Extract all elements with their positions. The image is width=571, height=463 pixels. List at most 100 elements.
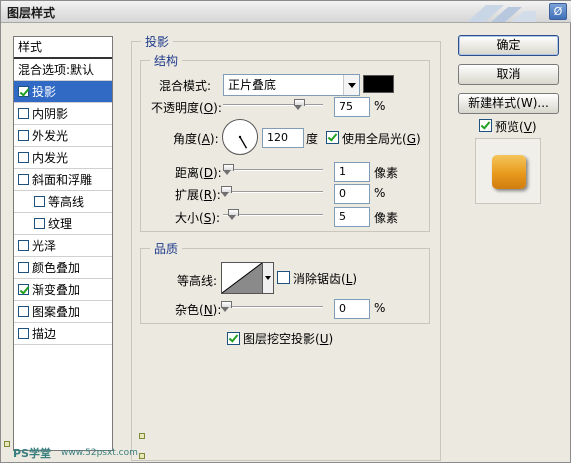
- style-checkbox[interactable]: [18, 328, 29, 339]
- angle-unit: 度: [306, 132, 319, 146]
- style-list-item-label: 光泽: [32, 239, 57, 253]
- close-button[interactable]: Ø: [549, 3, 567, 20]
- knockout-checkbox[interactable]: [227, 332, 240, 345]
- antialias-checkbox[interactable]: [277, 271, 290, 284]
- antialias-label: 消除锯齿(L): [293, 272, 358, 286]
- style-list-item-label: 纹理: [48, 217, 73, 231]
- new-style-button[interactable]: 新建样式(W)...: [458, 93, 559, 114]
- style-list-item-label: 内阴影: [32, 107, 69, 121]
- opacity-unit: %: [374, 99, 386, 113]
- blend-mode-value: 正片叠底: [228, 78, 277, 92]
- size-unit: 像素: [374, 211, 399, 225]
- style-checkbox[interactable]: [18, 130, 29, 141]
- style-checkbox[interactable]: [18, 284, 29, 295]
- style-list-item[interactable]: 斜面和浮雕: [14, 169, 112, 191]
- structure-legend: 结构: [150, 52, 183, 69]
- style-list-item[interactable]: 描边: [14, 323, 112, 345]
- style-list-item[interactable]: 光泽: [14, 235, 112, 257]
- contour-preview[interactable]: [221, 262, 263, 294]
- preview-thumbnail: [492, 155, 526, 189]
- style-list-item-label: 混合选项:默认: [18, 63, 95, 77]
- distance-input[interactable]: 1: [334, 162, 370, 182]
- spread-unit: %: [374, 186, 386, 200]
- style-list-item[interactable]: 混合选项:默认: [14, 59, 112, 81]
- style-checkbox[interactable]: [18, 262, 29, 273]
- style-checkbox[interactable]: [18, 306, 29, 317]
- opacity-label: 不透明度(O):: [151, 101, 222, 115]
- blend-mode-label: 混合模式:: [159, 79, 212, 93]
- window-title: 图层样式: [7, 6, 56, 20]
- knockout-label: 图层挖空投影(U): [243, 332, 334, 346]
- style-list-item-label: 描边: [32, 327, 57, 341]
- noise-slider-track[interactable]: [223, 306, 323, 308]
- ok-button[interactable]: 确定: [458, 35, 559, 56]
- distance-slider-thumb[interactable]: [223, 164, 234, 175]
- style-checkbox[interactable]: [34, 218, 45, 229]
- opacity-slider-track[interactable]: [223, 104, 323, 106]
- style-checkbox[interactable]: [18, 86, 29, 97]
- noise-input[interactable]: 0: [334, 299, 370, 319]
- spread-slider-thumb[interactable]: [221, 186, 232, 197]
- decorative-pattern-icon: [467, 5, 536, 22]
- cancel-button[interactable]: 取消: [458, 64, 559, 85]
- preview-label: 预览(V): [495, 120, 537, 134]
- style-list-item[interactable]: 内发光: [14, 147, 112, 169]
- blend-mode-select[interactable]: 正片叠底: [223, 74, 360, 96]
- resize-grip-icon: [4, 441, 10, 447]
- resize-grip-icon: [139, 453, 145, 459]
- spread-label: 扩展(R):: [175, 188, 221, 202]
- spread-input[interactable]: 0: [334, 184, 370, 204]
- spread-slider-track[interactable]: [223, 191, 323, 193]
- style-list-item[interactable]: 内阴影: [14, 103, 112, 125]
- shadow-color-swatch[interactable]: [363, 75, 394, 93]
- global-light-checkbox[interactable]: [326, 131, 339, 144]
- size-label: 大小(S):: [175, 211, 221, 225]
- style-list-item-label: 内发光: [32, 151, 69, 165]
- style-checkbox[interactable]: [34, 196, 45, 207]
- opacity-input[interactable]: 75: [334, 97, 370, 117]
- distance-label: 距离(D):: [175, 166, 222, 180]
- style-list-item[interactable]: 图案叠加: [14, 301, 112, 323]
- layer-style-dialog: 图层样式 Ø 样式 混合选项:默认 投影 内阴影 外发光 内发光 斜面和浮雕 等高线 纹理 光泽…: [0, 0, 571, 463]
- style-list-item-label: 图案叠加: [32, 305, 81, 319]
- opacity-slider-thumb[interactable]: [294, 99, 305, 110]
- styles-list: 样式 混合选项:默认 投影 内阴影 外发光 内发光 斜面和浮雕 等高线 纹理 光泽 颜色叠加 渐变叠…: [13, 36, 113, 451]
- quality-legend: 品质: [150, 240, 183, 257]
- preview-checkbox[interactable]: [479, 119, 492, 132]
- style-list-item[interactable]: 颜色叠加: [14, 257, 112, 279]
- global-light-label: 使用全局光(G): [342, 132, 421, 146]
- angle-label: 角度(A):: [173, 132, 219, 146]
- style-list-item-label: 颜色叠加: [32, 261, 81, 275]
- size-input[interactable]: 5: [334, 207, 370, 227]
- style-list-item-label: 投影: [32, 85, 57, 99]
- style-list-item-label: 外发光: [32, 129, 69, 143]
- noise-label: 杂色(N):: [175, 303, 222, 317]
- style-checkbox[interactable]: [18, 240, 29, 251]
- title-bar: 图层样式 Ø: [1, 1, 571, 23]
- style-list-item-label: 渐变叠加: [32, 283, 81, 297]
- watermark-left: PS学堂: [13, 447, 51, 460]
- contour-dropdown-button[interactable]: [263, 262, 274, 294]
- style-list-item[interactable]: 纹理: [14, 213, 112, 235]
- style-list-item[interactable]: 外发光: [14, 125, 112, 147]
- resize-grip-icon: [139, 433, 145, 439]
- noise-unit: %: [374, 301, 386, 315]
- style-list-item[interactable]: 投影: [14, 81, 112, 103]
- distance-unit: 像素: [374, 166, 399, 180]
- noise-slider-thumb[interactable]: [221, 301, 232, 312]
- style-checkbox[interactable]: [18, 108, 29, 119]
- style-list-item-label: 等高线: [48, 195, 85, 209]
- styles-list-items: 混合选项:默认投影内阴影外发光内发光斜面和浮雕等高线纹理光泽颜色叠加渐变叠加图案…: [14, 59, 112, 345]
- angle-input[interactable]: 120: [262, 128, 304, 148]
- angle-dial-icon: [238, 135, 248, 149]
- style-list-item[interactable]: 渐变叠加: [14, 279, 112, 301]
- style-checkbox[interactable]: [18, 174, 29, 185]
- distance-slider-track[interactable]: [223, 169, 323, 171]
- size-slider-thumb[interactable]: [228, 209, 239, 220]
- style-preview: [475, 138, 541, 204]
- panel-title: 投影: [141, 33, 174, 50]
- style-checkbox[interactable]: [18, 152, 29, 163]
- style-list-item[interactable]: 等高线: [14, 191, 112, 213]
- angle-dial[interactable]: [222, 119, 258, 155]
- contour-label: 等高线:: [177, 274, 218, 288]
